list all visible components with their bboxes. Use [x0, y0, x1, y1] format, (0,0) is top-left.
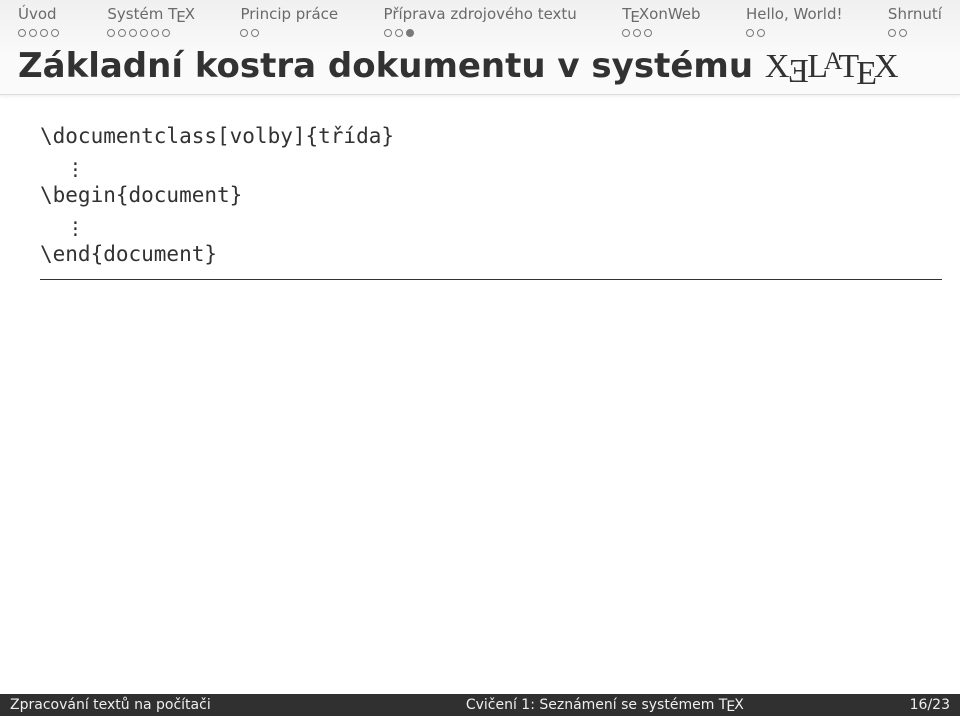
nav-dots — [107, 29, 173, 40]
code-line-documentclass: \documentclass[volby]{třída} — [40, 122, 942, 151]
vdots-icon: ... — [40, 210, 942, 240]
vdots-icon: ... — [40, 151, 942, 181]
footer: Zpracování textů na počítači Cvičení 1: … — [0, 694, 960, 716]
nav-item-uvod[interactable]: Úvod — [18, 5, 62, 41]
nav-label: TEXonWeb — [622, 5, 700, 23]
nav-label: Systém TEX — [107, 5, 195, 23]
nav-label: Příprava zdrojového textu — [384, 5, 577, 23]
nav-item-shrnuti[interactable]: Shrnutí — [888, 5, 942, 41]
nav-item-hello-world[interactable]: Hello, World! — [746, 5, 843, 41]
footer-left-text: Zpracování textů na počítači — [10, 697, 211, 713]
nav-item-princip[interactable]: Princip práce — [240, 5, 338, 41]
xelatex-logo: XELATEX — [765, 48, 899, 86]
nav-label: Hello, World! — [746, 5, 843, 23]
nav-dots — [384, 29, 417, 40]
nav-label: Shrnutí — [888, 5, 942, 23]
footer-left[interactable]: Zpracování textů na počítači — [0, 694, 300, 716]
nav-dots — [240, 29, 262, 40]
nav-item-system-tex[interactable]: Systém TEX — [107, 5, 195, 41]
nav-label: Úvod — [18, 5, 62, 23]
code-block: \documentclass[volby]{třída} ... \begin{… — [40, 122, 942, 280]
code-line-end: \end{document} — [40, 240, 942, 269]
slide-title: Základní kostra dokumentu v systému XELA… — [18, 46, 899, 86]
footer-center-text: Cvičení 1: Seznámení se systémem TEX — [466, 697, 744, 713]
nav-dots — [622, 29, 655, 40]
nav-dots — [746, 29, 768, 40]
nav-label: Princip práce — [240, 5, 338, 23]
nav-item-priprava[interactable]: Příprava zdrojového textu — [384, 5, 577, 41]
footer-center[interactable]: Cvičení 1: Seznámení se systémem TEX — [300, 694, 910, 716]
footer-page-number[interactable]: 16 / 23 — [910, 694, 960, 716]
page-current: 16 — [910, 697, 928, 713]
nav-item-texonweb[interactable]: TEXonWeb — [622, 5, 700, 41]
nav-dots — [18, 29, 62, 40]
slide: Úvod Systém TEX Princip práce Příprava z… — [0, 0, 960, 716]
section-nav: Úvod Systém TEX Princip práce Příprava z… — [0, 5, 960, 41]
title-text: Základní kostra dokumentu v systému — [18, 46, 765, 86]
nav-dots — [888, 29, 910, 40]
page-total: 23 — [932, 697, 950, 713]
code-line-begin: \begin{document} — [40, 181, 942, 210]
